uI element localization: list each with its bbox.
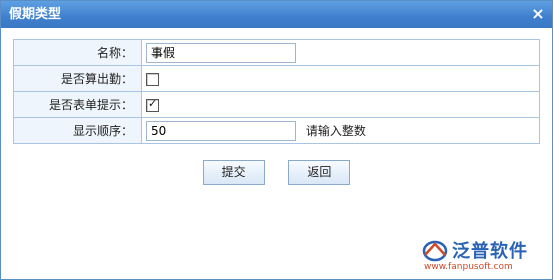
show-in-form-label: 是否表单提示：	[13, 91, 142, 118]
order-hint: 请输入整数	[305, 124, 366, 138]
brand-url: www.fanpusoft.com	[424, 262, 513, 272]
submit-button[interactable]: 提交	[202, 160, 265, 185]
dialog-titlebar: 假期类型 ×	[1, 1, 552, 28]
name-label: 名称：	[13, 39, 142, 66]
attendance-checkbox[interactable]	[146, 72, 159, 86]
order-cell: 请输入整数	[141, 117, 540, 144]
back-button[interactable]: 返回	[288, 160, 351, 185]
show-in-form-cell	[141, 91, 540, 118]
dialog-title: 假期类型	[9, 7, 62, 22]
order-input[interactable]	[146, 120, 296, 141]
order-label: 显示顺序：	[13, 117, 142, 144]
show-in-form-checkbox[interactable]	[146, 97, 159, 112]
form-row-show-in-form: 是否表单提示：	[13, 91, 540, 118]
name-cell	[141, 39, 540, 66]
leave-type-form: 名称： 是否算出勤： 是否表单提示： 显示顺序： 请输入整数	[13, 39, 540, 144]
form-row-name: 名称：	[13, 39, 540, 66]
name-input[interactable]	[146, 42, 296, 63]
brand-mark-icon	[422, 240, 448, 262]
dialog-window: 假期类型 × 名称： 是否算出勤： 是否表单提示： 显示顺序： 请输入整数	[0, 0, 553, 280]
attendance-label: 是否算出勤：	[13, 65, 142, 92]
attendance-cell	[141, 65, 540, 92]
close-icon[interactable]: ×	[531, 6, 545, 22]
button-bar: 提交 返回	[1, 160, 552, 185]
brand-logo: 泛普软件 www.fanpusoft.com	[422, 237, 544, 273]
form-row-order: 显示顺序： 请输入整数	[13, 117, 540, 144]
brand-name: 泛普软件	[452, 241, 528, 262]
form-row-attendance: 是否算出勤：	[13, 65, 540, 92]
